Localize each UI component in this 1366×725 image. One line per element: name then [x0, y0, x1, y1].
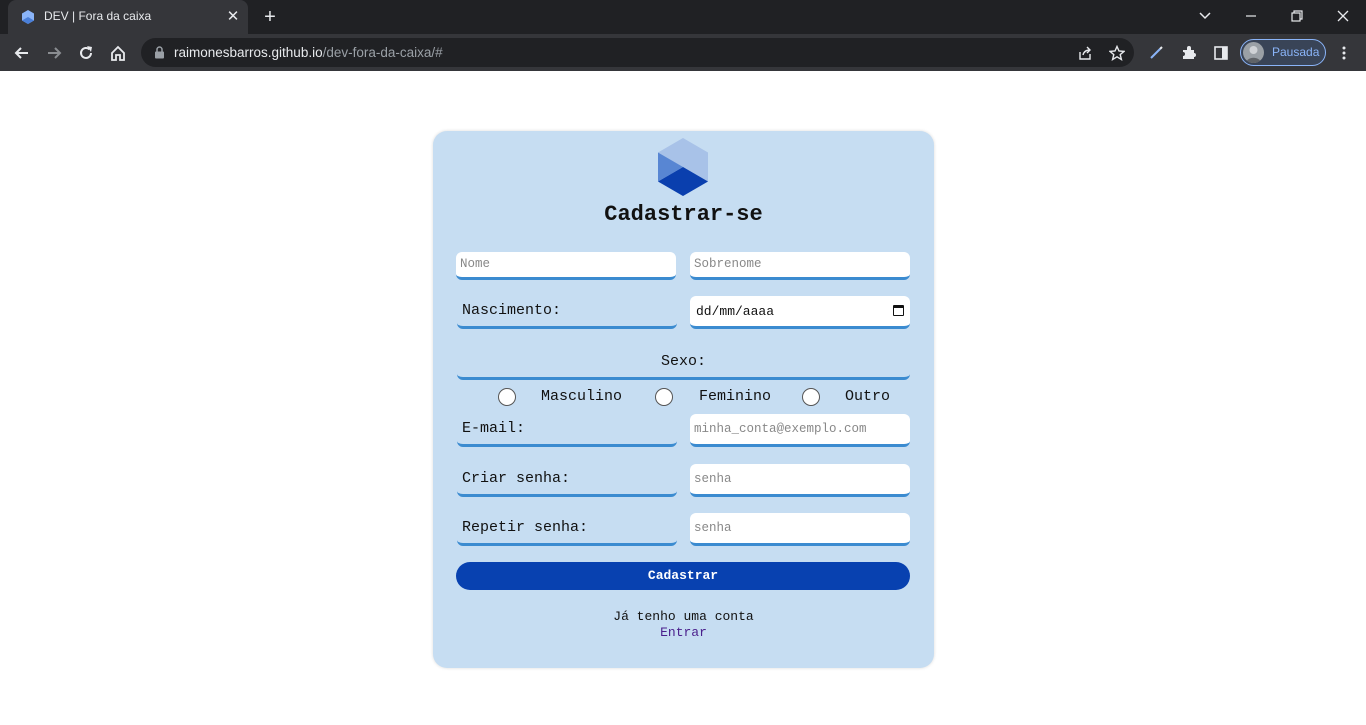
- home-icon[interactable]: [105, 40, 131, 66]
- birth-date-placeholder: dd/mm/aaaa: [696, 304, 775, 319]
- avatar: [1243, 42, 1264, 63]
- browser-toolbar: raimonesbarros.github.io/dev-fora-da-cai…: [0, 34, 1366, 71]
- radio-label-outro: Outro: [845, 388, 891, 405]
- browser-tab[interactable]: DEV | Fora da caixa ✕: [8, 0, 248, 34]
- first-name-field[interactable]: [456, 252, 676, 280]
- star-icon[interactable]: [1108, 44, 1126, 62]
- signup-card: Cadastrar-se Nascimento: dd/mm/aaaa Sexo…: [433, 131, 934, 668]
- url-host: raimonesbarros.github.io: [174, 45, 323, 60]
- url-text: raimonesbarros.github.io/dev-fora-da-cai…: [174, 45, 443, 60]
- has-account-text: Já tenho uma conta: [613, 609, 754, 624]
- profile-button[interactable]: Pausada: [1240, 39, 1326, 66]
- email-field[interactable]: [690, 414, 910, 447]
- url-path: /dev-fora-da-caixa/#: [322, 45, 443, 60]
- cube-logo-icon: [658, 138, 708, 196]
- repeat-password-input[interactable]: [694, 521, 906, 535]
- extensions-icon[interactable]: [1179, 43, 1199, 63]
- share-icon[interactable]: [1076, 44, 1094, 62]
- forward-icon[interactable]: [41, 40, 67, 66]
- radio-masculino[interactable]: [498, 388, 516, 406]
- radio-label-masculino: Masculino: [541, 388, 623, 405]
- last-name-input[interactable]: [694, 257, 906, 271]
- email-input[interactable]: [694, 422, 906, 436]
- menu-icon[interactable]: [1334, 43, 1354, 63]
- radio-outro[interactable]: [802, 388, 820, 406]
- site-favicon-icon: [22, 10, 34, 24]
- first-name-input[interactable]: [460, 257, 672, 271]
- birth-date-input[interactable]: dd/mm/aaaa: [690, 296, 910, 329]
- repeat-password-label: Repetir senha:: [457, 513, 677, 546]
- page-title: Cadastrar-se: [604, 202, 763, 227]
- tab-close-icon[interactable]: ✕: [224, 8, 242, 26]
- repeat-password-field[interactable]: [690, 513, 910, 546]
- email-label: E-mail:: [457, 414, 677, 447]
- close-window-icon[interactable]: [1328, 4, 1358, 28]
- restore-icon[interactable]: [1282, 4, 1312, 28]
- password-label: Criar senha:: [457, 464, 677, 497]
- radio-feminino[interactable]: [655, 388, 673, 406]
- tab-title: DEV | Fora da caixa: [44, 9, 152, 23]
- last-name-field[interactable]: [690, 252, 910, 280]
- password-input[interactable]: [694, 472, 906, 486]
- browser-tab-bar: DEV | Fora da caixa ✕ +: [0, 0, 1366, 34]
- reload-icon[interactable]: [73, 40, 99, 66]
- password-field[interactable]: [690, 464, 910, 497]
- tab-search-icon[interactable]: [1190, 4, 1220, 28]
- lock-icon: [155, 46, 164, 59]
- address-bar[interactable]: raimonesbarros.github.io/dev-fora-da-cai…: [141, 38, 1134, 67]
- login-link[interactable]: Entrar: [433, 625, 934, 640]
- minimize-icon[interactable]: [1236, 4, 1266, 28]
- calendar-icon[interactable]: [893, 305, 904, 316]
- pen-icon[interactable]: [1146, 43, 1166, 63]
- profile-status-label: Pausada: [1272, 45, 1320, 59]
- birth-date-label: Nascimento:: [457, 296, 677, 329]
- side-panel-icon[interactable]: [1211, 43, 1231, 63]
- sex-label: Sexo:: [457, 343, 910, 380]
- back-icon[interactable]: [9, 40, 35, 66]
- radio-label-feminino: Feminino: [699, 388, 772, 405]
- new-tab-icon[interactable]: +: [259, 6, 281, 28]
- submit-button[interactable]: Cadastrar: [456, 562, 910, 590]
